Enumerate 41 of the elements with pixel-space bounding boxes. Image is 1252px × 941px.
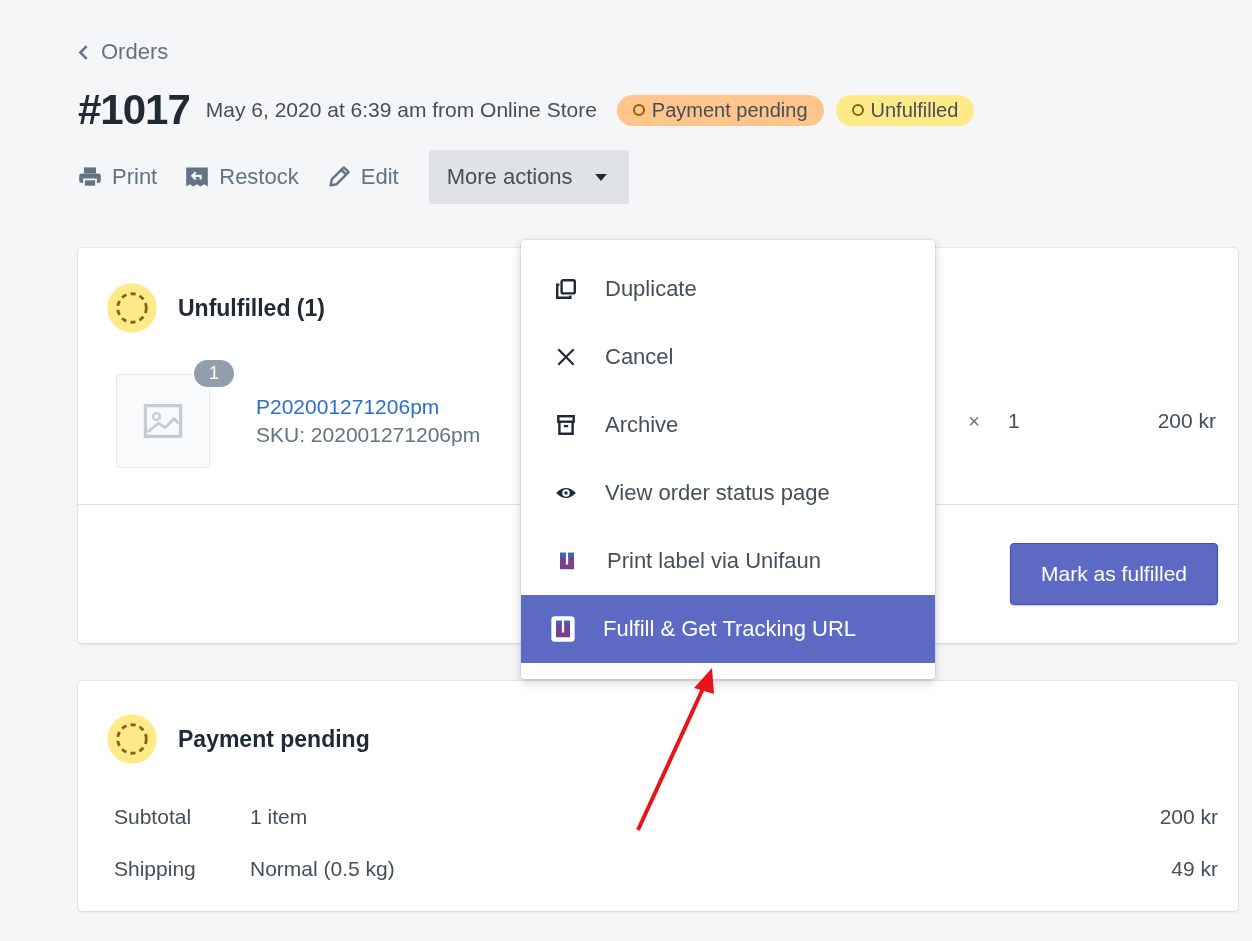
- item-quantity: 1: [1007, 409, 1020, 433]
- menu-item[interactable]: Archive: [521, 391, 935, 459]
- more-actions-button[interactable]: More actions: [428, 150, 629, 204]
- card-title: Payment pending: [178, 725, 370, 753]
- menu-item[interactable]: Cancel: [521, 323, 935, 391]
- caret-down-icon: [594, 173, 607, 181]
- menu-item[interactable]: View order status page: [521, 459, 935, 527]
- app-logo-icon: [551, 615, 575, 643]
- menu-item[interactable]: Print label via Unifaun: [521, 527, 935, 595]
- restock-icon: [185, 165, 210, 189]
- summary-amount: 49 kr: [1171, 857, 1218, 881]
- quantity-badge: 1: [192, 358, 236, 389]
- archive-box-icon: [555, 414, 577, 436]
- printer-icon: [78, 165, 102, 189]
- status-badge: Unfulfilled: [835, 94, 975, 126]
- product-sku: SKU: 202001271206pm: [256, 423, 481, 447]
- menu-item[interactable]: Fulfill & Get Tracking URL: [521, 595, 935, 663]
- duplicate-icon: [555, 278, 577, 300]
- close-icon: [555, 346, 577, 368]
- summary-label: Shipping: [114, 857, 197, 881]
- summary-detail: 1 item: [250, 805, 308, 829]
- summary-detail: Normal (0.5 kg): [250, 857, 395, 881]
- status-ring-icon: [106, 282, 158, 334]
- multiply-sign: ×: [968, 409, 980, 433]
- card-title: Unfulfilled (1): [178, 294, 325, 322]
- order-date: May 6, 2020 at 6:39 am from Online Store: [205, 98, 597, 122]
- mark-as-fulfilled-button[interactable]: Mark as fulfilled: [1010, 543, 1218, 605]
- back-link[interactable]: Orders: [78, 30, 169, 74]
- summary-label: Subtotal: [114, 805, 193, 829]
- status-badge: Payment pending: [616, 94, 824, 126]
- action-button[interactable]: Edit: [326, 164, 399, 190]
- item-total: 200 kr: [1157, 409, 1216, 433]
- chevron-left-icon: [78, 43, 89, 61]
- summary-amount: 200 kr: [1159, 805, 1218, 829]
- action-button[interactable]: Restock: [185, 164, 299, 190]
- order-number: #1017: [78, 86, 190, 134]
- action-button[interactable]: Print: [78, 164, 158, 190]
- menu-item[interactable]: Duplicate: [521, 255, 935, 323]
- status-ring-icon: [106, 713, 158, 765]
- product-link[interactable]: P202001271206pm: [256, 395, 481, 419]
- pencil-icon: [326, 165, 351, 189]
